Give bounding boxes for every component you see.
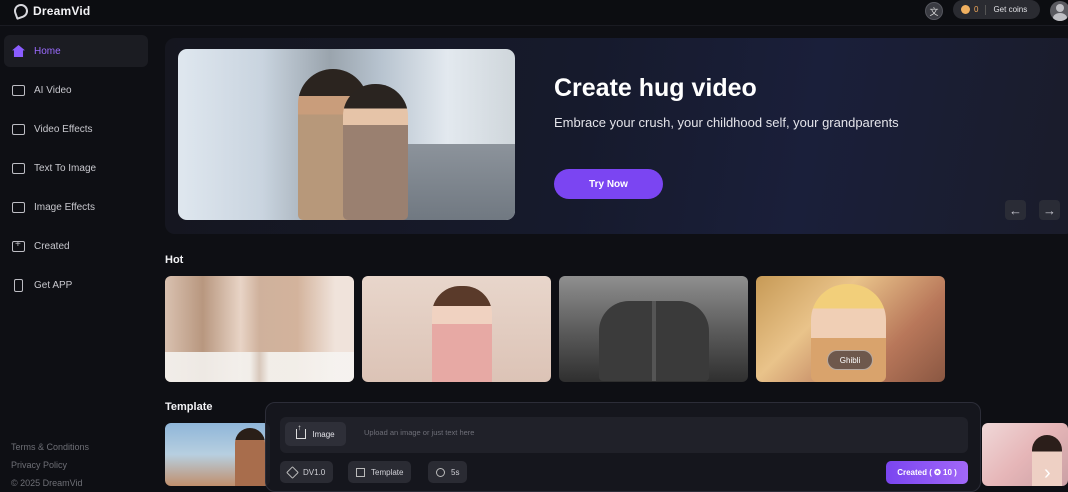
coins-button[interactable]: 0 Get coins: [953, 0, 1040, 19]
sidebar-item-home[interactable]: Home: [4, 35, 148, 67]
hot-card[interactable]: [362, 276, 551, 382]
privacy-link[interactable]: Privacy Policy: [11, 460, 67, 470]
cube-icon: [286, 465, 299, 479]
sidebar-item-label: Home: [34, 45, 61, 57]
created-icon: [12, 239, 25, 252]
hero-image: [178, 49, 515, 220]
sidebar-item-ai-video[interactable]: AI Video: [4, 74, 148, 106]
hot-card[interactable]: [165, 276, 354, 382]
sidebar-item-label: Created: [34, 240, 70, 252]
video-effects-icon: [12, 123, 25, 135]
hero-title: Create hug video: [554, 74, 757, 102]
hero-banner: Create hug video Embrace your crush, you…: [165, 38, 1068, 234]
sidebar-item-text-to-image[interactable]: Text To Image: [4, 152, 148, 184]
hot-card[interactable]: [559, 276, 748, 382]
arrow-left-icon[interactable]: ←: [1005, 200, 1026, 220]
hot-section-title: Hot: [165, 254, 184, 266]
coin-icon: [961, 5, 970, 14]
image-effects-icon: [12, 201, 25, 213]
model-select[interactable]: DV1.0: [280, 461, 334, 483]
upload-icon: [296, 423, 307, 439]
text-to-image-icon: [12, 162, 25, 174]
home-icon: [12, 45, 25, 57]
template-card[interactable]: [982, 423, 1068, 486]
composer-panel: Image Upload an image or just text here …: [265, 402, 981, 492]
hero-subtitle: Embrace your crush, your childhood self,…: [554, 115, 899, 130]
sidebar-item-label: Text To Image: [34, 162, 97, 174]
image-upload-button[interactable]: Image: [285, 422, 346, 446]
sidebar: Home AI Video Video Effects Text To Imag…: [0, 27, 156, 488]
duration-select[interactable]: 5s: [428, 461, 468, 483]
ai-video-icon: [12, 84, 25, 96]
get-coins-label: Get coins: [993, 5, 1028, 14]
try-now-button[interactable]: Try Now: [554, 169, 663, 199]
sidebar-item-label: Get APP: [34, 279, 73, 291]
template-section-title: Template: [165, 401, 213, 413]
create-button[interactable]: Created ( ✪ 10 ): [886, 461, 968, 484]
sidebar-item-created[interactable]: Created: [4, 230, 148, 262]
app-name: DreamVid: [33, 4, 91, 18]
logo[interactable]: DreamVid: [12, 2, 91, 20]
sidebar-item-video-effects[interactable]: Video Effects: [4, 113, 148, 145]
translate-icon[interactable]: 文: [925, 2, 943, 20]
template-select[interactable]: Template: [348, 461, 412, 483]
sidebar-item-label: Image Effects: [34, 201, 95, 213]
model-label: DV1.0: [303, 467, 326, 477]
sidebar-item-label: AI Video: [34, 84, 72, 96]
sidebar-item-get-app[interactable]: Get APP: [4, 269, 148, 301]
divider: [985, 4, 987, 15]
coin-count: 0: [974, 5, 979, 14]
chevron-right-icon[interactable]: ›: [1044, 462, 1051, 485]
phone-icon: [14, 278, 23, 292]
logo-icon: [12, 2, 30, 20]
duration-label: 5s: [451, 467, 460, 477]
image-upload-label: Image: [312, 429, 335, 439]
top-bar: DreamVid 文 0 Get coins: [0, 0, 1068, 26]
arrow-right-icon[interactable]: →: [1039, 200, 1060, 220]
template-label: Template: [371, 467, 404, 477]
sidebar-item-image-effects[interactable]: Image Effects: [4, 191, 148, 223]
ghibli-tag: Ghibli: [827, 350, 873, 370]
template-card[interactable]: [165, 423, 270, 486]
avatar[interactable]: [1050, 1, 1068, 21]
clock-icon: [436, 467, 445, 477]
sidebar-item-label: Video Effects: [34, 123, 93, 135]
terms-link[interactable]: Terms & Conditions: [11, 442, 89, 452]
prompt-placeholder: Upload an image or just text here: [364, 428, 475, 437]
copyright: © 2025 DreamVid: [11, 478, 83, 488]
template-icon: [356, 467, 365, 477]
prompt-input[interactable]: Image Upload an image or just text here: [280, 417, 968, 453]
